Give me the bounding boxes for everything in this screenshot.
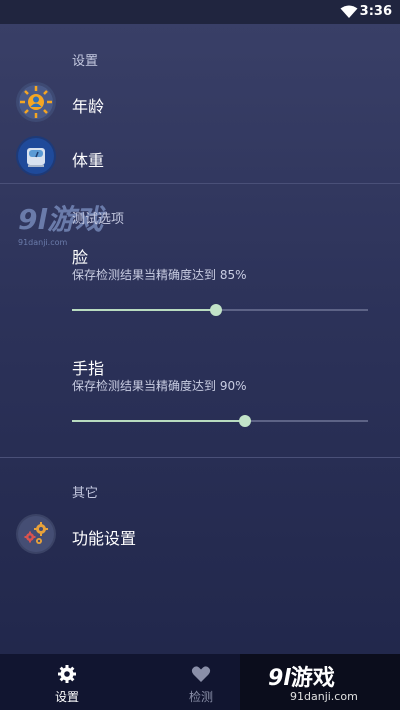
brand-url: 91danji.com [290,690,358,703]
gear-icon [58,665,76,683]
age-label: 年龄 [72,97,105,116]
nav-settings-label: 设置 [54,690,79,704]
face-title: 脸 [72,248,89,267]
face-accuracy-slider[interactable] [72,302,368,318]
feature-settings-label: 功能设置 [72,529,137,548]
clock: 3:36 [359,4,392,19]
test-section-header: 测试选项 [72,212,125,227]
nav-detect-label: 检测 [188,690,213,704]
brand-logo: 9l游戏 [268,666,335,691]
finger-title: 手指 [72,359,105,378]
heart-icon [191,666,211,682]
slider-fill [72,309,216,311]
bottom-navigation: 设置 检测 9l游戏 91danji.com [0,654,400,710]
gears-icon [16,514,56,554]
slider-fill [72,420,245,422]
brand-watermark: 9l游戏 91danji.com [240,654,400,710]
divider [0,183,400,184]
finger-accuracy-slider[interactable] [72,413,368,429]
settings-section-header: 设置 [72,54,99,69]
weight-label: 体重 [72,151,105,170]
divider [0,457,400,458]
age-sun-icon [16,82,56,122]
face-subtitle: 保存检测结果当精确度达到 85% [72,268,247,282]
other-section-header: 其它 [72,486,99,501]
slider-thumb[interactable] [238,415,251,427]
wifi-icon [340,5,358,18]
slider-thumb[interactable] [209,304,222,316]
status-bar: 3:36 [0,0,400,24]
finger-subtitle: 保存检测结果当精确度达到 90% [72,379,247,393]
weight-scale-icon [16,136,56,176]
nav-settings-tab[interactable]: 设置 [0,654,134,710]
